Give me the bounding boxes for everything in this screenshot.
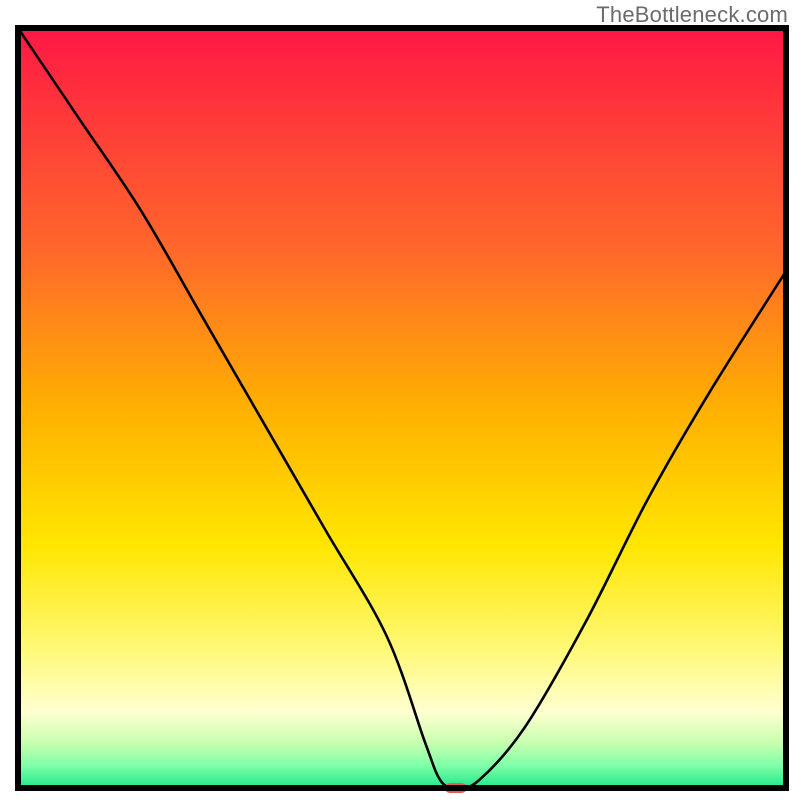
bottleneck-chart: [0, 0, 800, 800]
chart-container: TheBottleneck.com: [0, 0, 800, 800]
watermark-label: TheBottleneck.com: [596, 2, 788, 28]
